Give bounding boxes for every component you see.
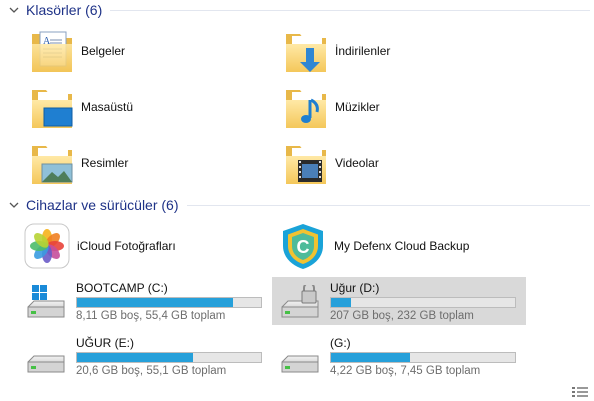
drive-item-g[interactable]: (G:) 4,22 GB boş, 7,45 GB toplam [272,332,526,380]
details-view-icon[interactable] [572,386,588,398]
folder-item-muzikler[interactable]: Müzikler [284,84,380,130]
desktop-folder-icon [32,90,73,128]
folder-label: İndirilenler [335,44,391,58]
chevron-down-icon[interactable] [8,4,20,16]
folders-group-label: Klasörler (6) [26,2,103,18]
music-folder-icon [286,90,326,128]
folder-label: Resimler [81,156,129,170]
app-label: My Defenx Cloud Backup [334,239,470,253]
svg-text:C: C [297,237,310,257]
folder-item-resimler[interactable]: Resimler [30,140,128,186]
drive-name: UĞUR (E:) [76,336,134,350]
drive-item-c[interactable]: BOOTCAMP (C:) 8,11 GB boş, 55,4 GB topla… [18,277,272,325]
folder-item-videolar[interactable]: Videolar [284,140,379,186]
folder-label: Videolar [335,156,379,170]
drive-space-info: 8,11 GB boş, 55,4 GB toplam [76,310,226,322]
drive-usage-fill [331,353,411,362]
hard-drive-icon [27,355,65,373]
drive-usage-fill [77,353,193,362]
app-item-icloud-photos[interactable]: iCloud Fotoğrafları [24,223,176,269]
drive-space-info: 207 GB boş, 232 GB toplam [330,310,474,322]
locked-drive-icon [281,285,319,318]
group-divider [186,204,590,206]
drive-name: Uğur (D:) [330,281,380,295]
documents-folder-icon: A [32,31,72,72]
windows-drive-icon [27,285,65,318]
drive-usage-fill [331,298,352,307]
drive-usage-bar [76,352,262,363]
drive-space-info: 20,6 GB boş, 55,1 GB toplam [76,365,227,377]
pictures-folder-icon [32,146,73,184]
downloads-folder-icon [286,34,326,72]
folders-group-header[interactable]: Klasörler (6) [8,0,590,20]
folder-item-indirilenler[interactable]: İndirilenler [284,28,390,74]
app-label: iCloud Fotoğrafları [77,239,176,253]
drive-item-e[interactable]: UĞUR (E:) 20,6 GB boş, 55,1 GB toplam [18,332,272,380]
devices-group-header[interactable]: Cihazlar ve sürücüler (6) [8,195,590,215]
drive-usage-bar [330,352,516,363]
folder-label: Masaüstü [81,100,134,114]
hard-drive-icon [281,355,319,373]
folder-item-masaustu[interactable]: Masaüstü [30,84,133,130]
folder-item-belgeler[interactable]: A Belgeler [30,28,125,74]
group-divider [110,9,590,11]
videos-folder-icon [286,146,326,184]
drive-name: BOOTCAMP (C:) [76,281,168,295]
folder-label: Müzikler [335,100,380,114]
drive-usage-bar [330,297,516,308]
drive-space-info: 4,22 GB boş, 7,45 GB toplam [330,365,481,377]
drive-item-d[interactable]: Uğur (D:) 207 GB boş, 232 GB toplam [272,277,526,325]
drive-name: (G:) [330,336,351,350]
chevron-down-icon[interactable] [8,199,20,211]
drive-usage-bar [76,297,262,308]
drive-usage-fill [77,298,234,307]
folder-label: Belgeler [81,44,126,58]
app-item-defenx-backup[interactable]: C My Defenx Cloud Backup [279,222,469,270]
defenx-shield-icon: C [283,224,323,269]
icloud-photos-icon [24,223,70,269]
devices-group-label: Cihazlar ve sürücüler (6) [26,197,179,213]
